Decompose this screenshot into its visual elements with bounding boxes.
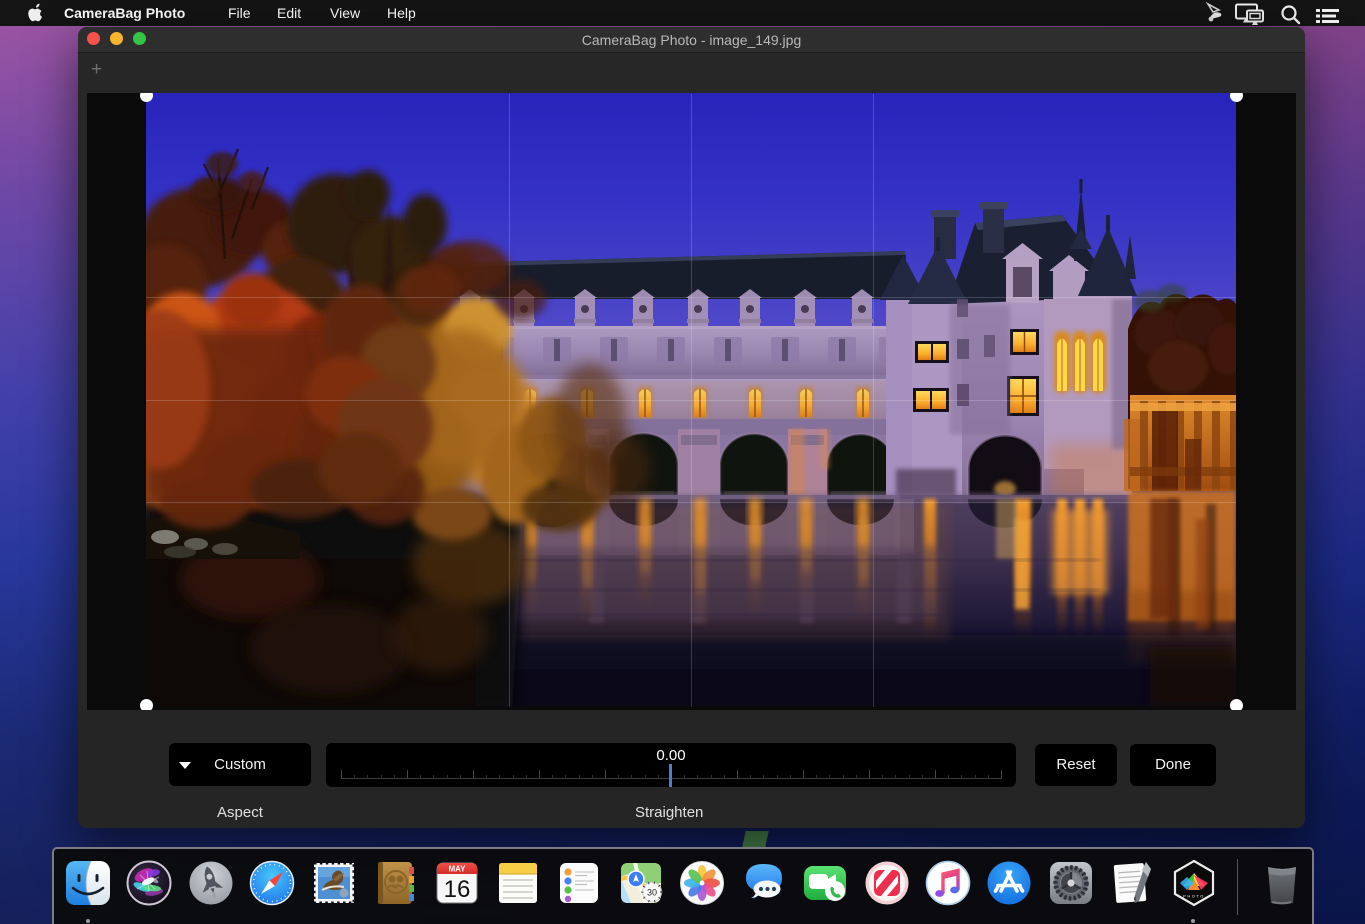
svg-text:PHOTO: PHOTO — [1183, 894, 1205, 899]
svg-text:16: 16 — [444, 876, 471, 903]
svg-text:MAY: MAY — [448, 865, 466, 874]
svg-text:30: 30 — [647, 888, 657, 898]
